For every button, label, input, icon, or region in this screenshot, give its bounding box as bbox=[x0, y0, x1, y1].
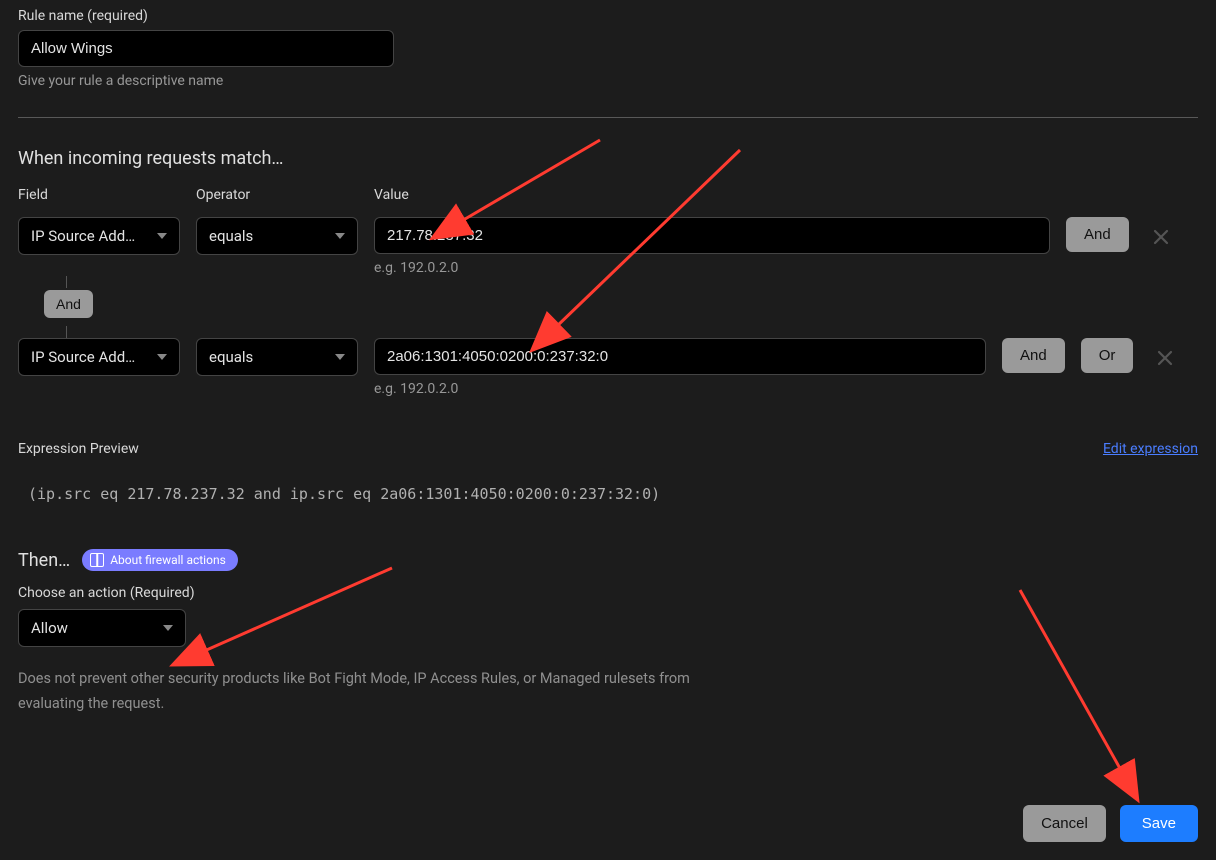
operator-select-0-value: equals bbox=[209, 227, 253, 245]
action-select[interactable]: Allow bbox=[18, 609, 186, 647]
rule-name-label: Rule name (required) bbox=[18, 8, 1198, 24]
book-icon bbox=[90, 553, 104, 567]
chevron-down-icon bbox=[163, 625, 173, 631]
edit-expression-link[interactable]: Edit expression bbox=[1103, 441, 1198, 457]
value-input-0[interactable] bbox=[374, 217, 1050, 254]
field-select-1-value: IP Source Add… bbox=[31, 348, 135, 366]
arrow-annotation bbox=[1020, 590, 1122, 772]
arrow-annotation bbox=[202, 568, 392, 652]
connector-line bbox=[66, 326, 67, 338]
match-heading: When incoming requests match… bbox=[18, 148, 1198, 169]
action-label: Choose an action (Required) bbox=[18, 585, 1198, 601]
and-button-row-1[interactable]: And bbox=[1002, 338, 1065, 373]
action-help-text: Does not prevent other security products… bbox=[18, 667, 758, 716]
expression-preview-label: Expression Preview bbox=[18, 441, 139, 457]
chevron-down-icon bbox=[157, 354, 167, 360]
or-button-row-1[interactable]: Or bbox=[1081, 338, 1134, 373]
field-select-0-value: IP Source Add… bbox=[31, 227, 135, 245]
field-select-1[interactable]: IP Source Add… bbox=[18, 338, 180, 376]
rule-name-input[interactable] bbox=[18, 30, 394, 67]
col-label-operator: Operator bbox=[196, 187, 358, 203]
about-firewall-actions-badge[interactable]: About firewall actions bbox=[82, 549, 238, 571]
then-heading: Then… bbox=[18, 550, 70, 571]
value-input-1[interactable] bbox=[374, 338, 986, 375]
rule-name-helper: Give your rule a descriptive name bbox=[18, 73, 1198, 89]
col-label-field: Field bbox=[18, 187, 180, 203]
expression-preview-code: (ip.src eq 217.78.237.32 and ip.src eq 2… bbox=[18, 485, 1198, 503]
operator-select-1-value: equals bbox=[209, 348, 253, 366]
remove-row-1[interactable] bbox=[1153, 346, 1177, 370]
remove-row-0[interactable] bbox=[1149, 225, 1173, 249]
chevron-down-icon bbox=[335, 233, 345, 239]
save-button[interactable]: Save bbox=[1120, 805, 1198, 842]
cancel-button[interactable]: Cancel bbox=[1023, 805, 1106, 842]
operator-select-1[interactable]: equals bbox=[196, 338, 358, 376]
chevron-down-icon bbox=[335, 354, 345, 360]
chevron-down-icon bbox=[157, 233, 167, 239]
connector-and-button[interactable]: And bbox=[44, 290, 93, 318]
action-select-value: Allow bbox=[31, 619, 68, 637]
annotation-overlay bbox=[0, 0, 1216, 860]
connector-line bbox=[66, 276, 67, 288]
value-hint-1: e.g. 192.0.2.0 bbox=[374, 381, 986, 397]
operator-select-0[interactable]: equals bbox=[196, 217, 358, 255]
close-icon bbox=[1156, 349, 1174, 367]
about-firewall-actions-label: About firewall actions bbox=[110, 553, 226, 567]
col-label-value: Value bbox=[374, 187, 409, 203]
close-icon bbox=[1152, 228, 1170, 246]
and-button-row-0[interactable]: And bbox=[1066, 217, 1129, 252]
field-select-0[interactable]: IP Source Add… bbox=[18, 217, 180, 255]
value-hint-0: e.g. 192.0.2.0 bbox=[374, 260, 1050, 276]
section-divider bbox=[18, 117, 1198, 118]
